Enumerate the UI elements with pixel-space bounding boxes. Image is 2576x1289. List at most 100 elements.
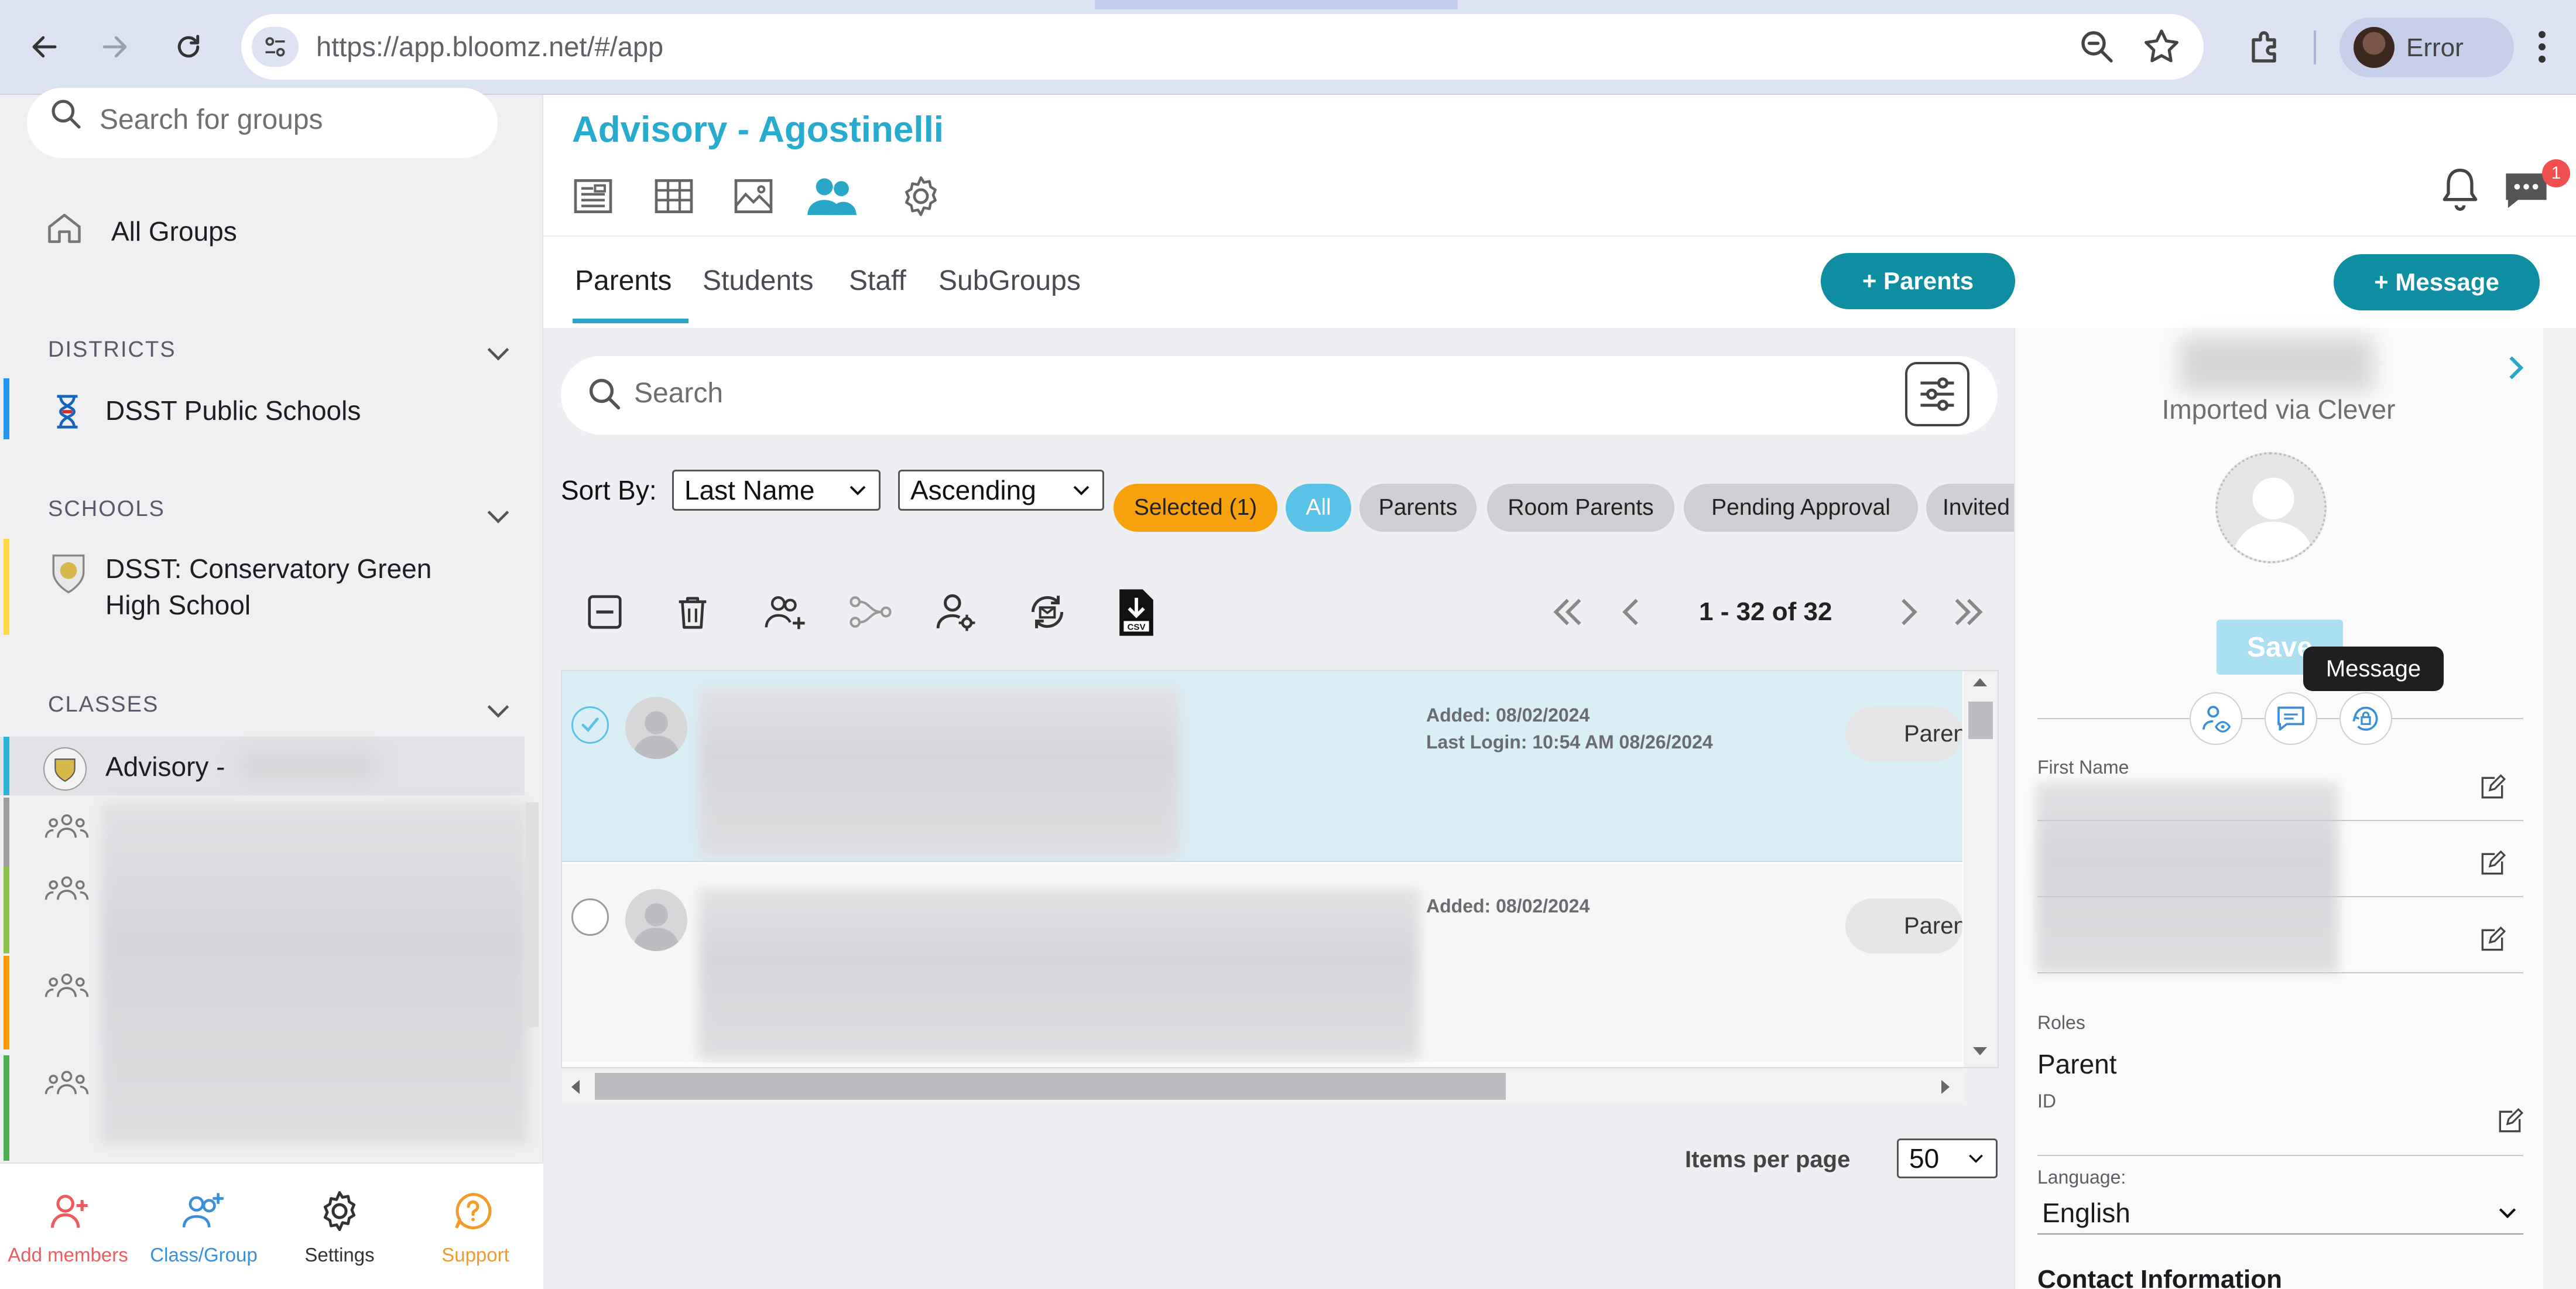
filter-settings-button[interactable] bbox=[1905, 362, 1969, 426]
filter-chip-all[interactable]: All bbox=[1286, 484, 1351, 532]
first-page-button[interactable] bbox=[1547, 591, 1589, 632]
resend-invite-button[interactable] bbox=[1021, 586, 1074, 638]
tab-subgroups[interactable]: SubGroups bbox=[938, 265, 1081, 297]
sidebar-item-school-line2[interactable]: High School bbox=[105, 589, 251, 621]
edit-first-name-icon[interactable] bbox=[2478, 773, 2507, 802]
delete-button[interactable] bbox=[666, 586, 719, 638]
gear-icon[interactable] bbox=[317, 1189, 362, 1233]
user-settings-button[interactable] bbox=[930, 586, 982, 638]
scroll-up-arrow-icon[interactable] bbox=[1971, 675, 1989, 689]
member-search-placeholder: Search bbox=[634, 378, 724, 409]
sort-order-select[interactable]: Ascending bbox=[898, 470, 1104, 511]
forward-button[interactable] bbox=[91, 23, 138, 70]
back-button[interactable] bbox=[21, 23, 68, 70]
filter-chip-room-parents[interactable]: Room Parents bbox=[1487, 484, 1674, 532]
vertical-scroll-thumb[interactable] bbox=[1968, 702, 1993, 739]
support-icon[interactable] bbox=[451, 1189, 495, 1233]
site-info-button[interactable] bbox=[252, 27, 299, 67]
items-per-page-label: Items per page bbox=[1685, 1147, 1851, 1172]
scroll-left-arrow-icon[interactable] bbox=[568, 1078, 582, 1096]
tab-students[interactable]: Students bbox=[703, 265, 813, 297]
filter-chip-pending-approval[interactable]: Pending Approval bbox=[1684, 484, 1918, 532]
members-icon[interactable] bbox=[806, 170, 858, 223]
connect-button[interactable] bbox=[844, 586, 897, 638]
tab-parents[interactable]: Parents bbox=[575, 265, 672, 297]
redacted-class-list bbox=[101, 802, 528, 1144]
add-parents-button[interactable]: + Parents bbox=[1821, 253, 2015, 309]
chevron-down-icon[interactable] bbox=[484, 505, 513, 528]
photos-icon[interactable] bbox=[727, 170, 780, 223]
add-member-icon[interactable] bbox=[47, 1189, 91, 1233]
redacted-member-info bbox=[699, 889, 1419, 1059]
view-as-button[interactable] bbox=[2190, 692, 2242, 745]
export-csv-button[interactable]: CSV bbox=[1110, 583, 1163, 642]
row-checkbox-checked[interactable] bbox=[571, 706, 609, 744]
filter-chip-parents[interactable]: Parents bbox=[1359, 484, 1477, 532]
trash-icon bbox=[679, 597, 707, 629]
add-members-button[interactable]: Add members bbox=[0, 1244, 136, 1266]
notification-badge: 1 bbox=[2542, 159, 2570, 187]
calendar-grid-icon[interactable] bbox=[648, 170, 700, 223]
edit-last-name-icon[interactable] bbox=[2478, 849, 2507, 878]
items-per-page-select[interactable]: 50 bbox=[1897, 1138, 1998, 1178]
language-select[interactable]: English bbox=[2037, 1192, 2523, 1235]
bookmark-star-icon[interactable] bbox=[2140, 26, 2183, 68]
settings-button[interactable]: Settings bbox=[272, 1244, 407, 1266]
double-chevron-right-icon bbox=[1955, 599, 1983, 625]
zoom-icon[interactable] bbox=[2076, 26, 2118, 68]
chevron-down-icon[interactable] bbox=[484, 699, 513, 723]
extensions-icon[interactable] bbox=[2245, 26, 2287, 68]
chevron-right-icon[interactable] bbox=[2498, 350, 2533, 385]
horizontal-scroll-thumb[interactable] bbox=[595, 1073, 1506, 1100]
sort-field-select[interactable]: Last Name bbox=[672, 470, 881, 511]
row-checkbox[interactable] bbox=[571, 898, 609, 936]
header-divider bbox=[543, 235, 2576, 237]
last-page-button[interactable] bbox=[1947, 591, 1989, 632]
add-users-button[interactable] bbox=[759, 586, 811, 638]
chevron-down-icon bbox=[849, 485, 866, 495]
feed-icon[interactable] bbox=[567, 170, 619, 223]
bell-icon[interactable] bbox=[2437, 163, 2483, 217]
sidebar-item-district[interactable]: DSST Public Schools bbox=[105, 395, 361, 426]
profile-photo[interactable] bbox=[2215, 452, 2327, 563]
deselect-all-button[interactable] bbox=[578, 586, 631, 638]
roles-value: Parent bbox=[2037, 1049, 2117, 1079]
group-people-icon bbox=[44, 1067, 89, 1097]
redacted-member-info bbox=[699, 686, 1179, 856]
support-button[interactable]: Support bbox=[407, 1244, 543, 1266]
row-role-badge: Parent bbox=[1845, 706, 1962, 761]
message-icon bbox=[2277, 706, 2304, 731]
filter-chip-selected[interactable]: Selected (1) bbox=[1114, 484, 1277, 532]
kebab-menu-icon[interactable] bbox=[2528, 26, 2556, 68]
reload-icon bbox=[177, 35, 200, 58]
edit-id-icon[interactable] bbox=[2495, 1107, 2524, 1136]
row-added-date: Added: 08/02/2024 bbox=[1426, 895, 1590, 917]
member-search-input[interactable] bbox=[561, 356, 1998, 435]
prev-page-button[interactable] bbox=[1611, 591, 1652, 632]
message-member-button[interactable] bbox=[2265, 692, 2317, 745]
sidebar-item-school-line1[interactable]: DSST: Conservatory Green bbox=[105, 553, 431, 584]
group-settings-gear-icon[interactable] bbox=[895, 170, 947, 223]
reset-password-button[interactable] bbox=[2339, 692, 2392, 745]
reload-button[interactable] bbox=[165, 23, 212, 70]
scroll-right-arrow-icon[interactable] bbox=[1939, 1078, 1953, 1096]
row-added-date: Added: 08/02/2024 bbox=[1426, 705, 1590, 726]
schools-header: SCHOOLS bbox=[48, 497, 165, 521]
tab-staff[interactable]: Staff bbox=[849, 265, 906, 297]
filter-chip-invited[interactable]: Invited bbox=[1926, 484, 2014, 532]
class-group-button[interactable]: Class/Group bbox=[136, 1244, 272, 1266]
sidebar-item-all-groups[interactable]: All Groups bbox=[111, 216, 237, 247]
imported-via-label: Imported via Clever bbox=[2161, 394, 2396, 425]
detail-scrollbar[interactable] bbox=[2543, 328, 2576, 1289]
add-group-icon[interactable] bbox=[180, 1189, 227, 1233]
chevron-down-icon[interactable] bbox=[484, 342, 513, 365]
edit-email-icon[interactable] bbox=[2478, 925, 2507, 955]
class-color-bar bbox=[4, 1055, 9, 1161]
first-name-label: First Name bbox=[2037, 757, 2129, 778]
profile-label: Error bbox=[2406, 33, 2464, 62]
add-message-button[interactable]: + Message bbox=[2334, 254, 2540, 310]
scroll-down-arrow-icon[interactable] bbox=[1971, 1045, 1989, 1059]
next-page-button[interactable] bbox=[1888, 591, 1928, 632]
sort-by-label: Sort By: bbox=[561, 475, 657, 505]
sidebar-scrollbar[interactable] bbox=[526, 802, 539, 1027]
